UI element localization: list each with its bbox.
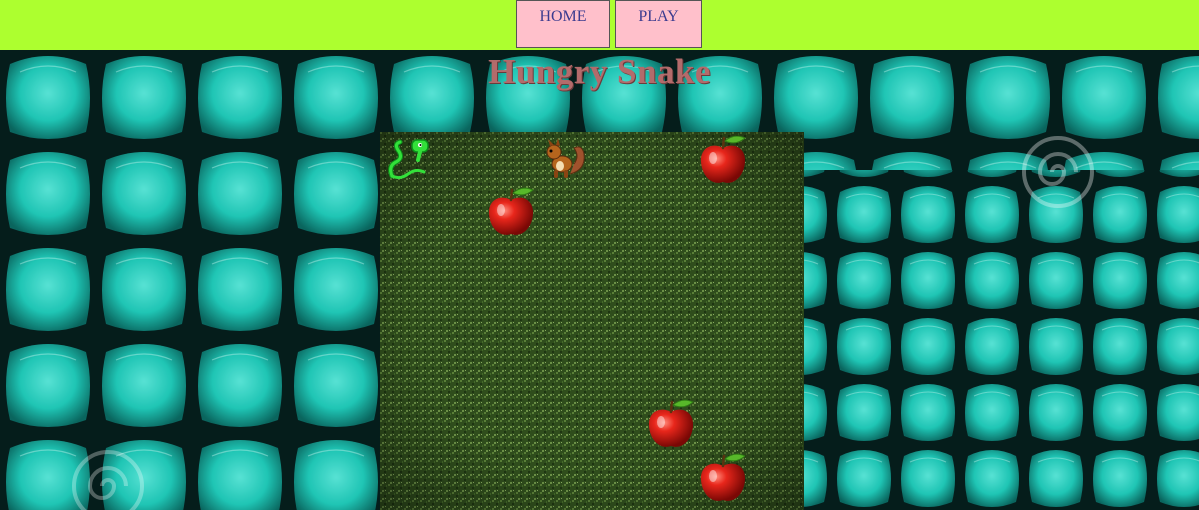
home-button[interactable]: HOME (516, 0, 610, 48)
apple-icon (700, 135, 746, 183)
squirrel-icon (546, 138, 585, 178)
apple-icon (700, 453, 746, 501)
play-button[interactable]: PLAY (615, 0, 702, 48)
apple-icon (488, 187, 534, 235)
apple-icon (648, 399, 694, 447)
snake-icon (388, 139, 429, 180)
game-board[interactable] (380, 132, 804, 510)
top-nav-bar: HOME PLAY (0, 0, 1199, 50)
